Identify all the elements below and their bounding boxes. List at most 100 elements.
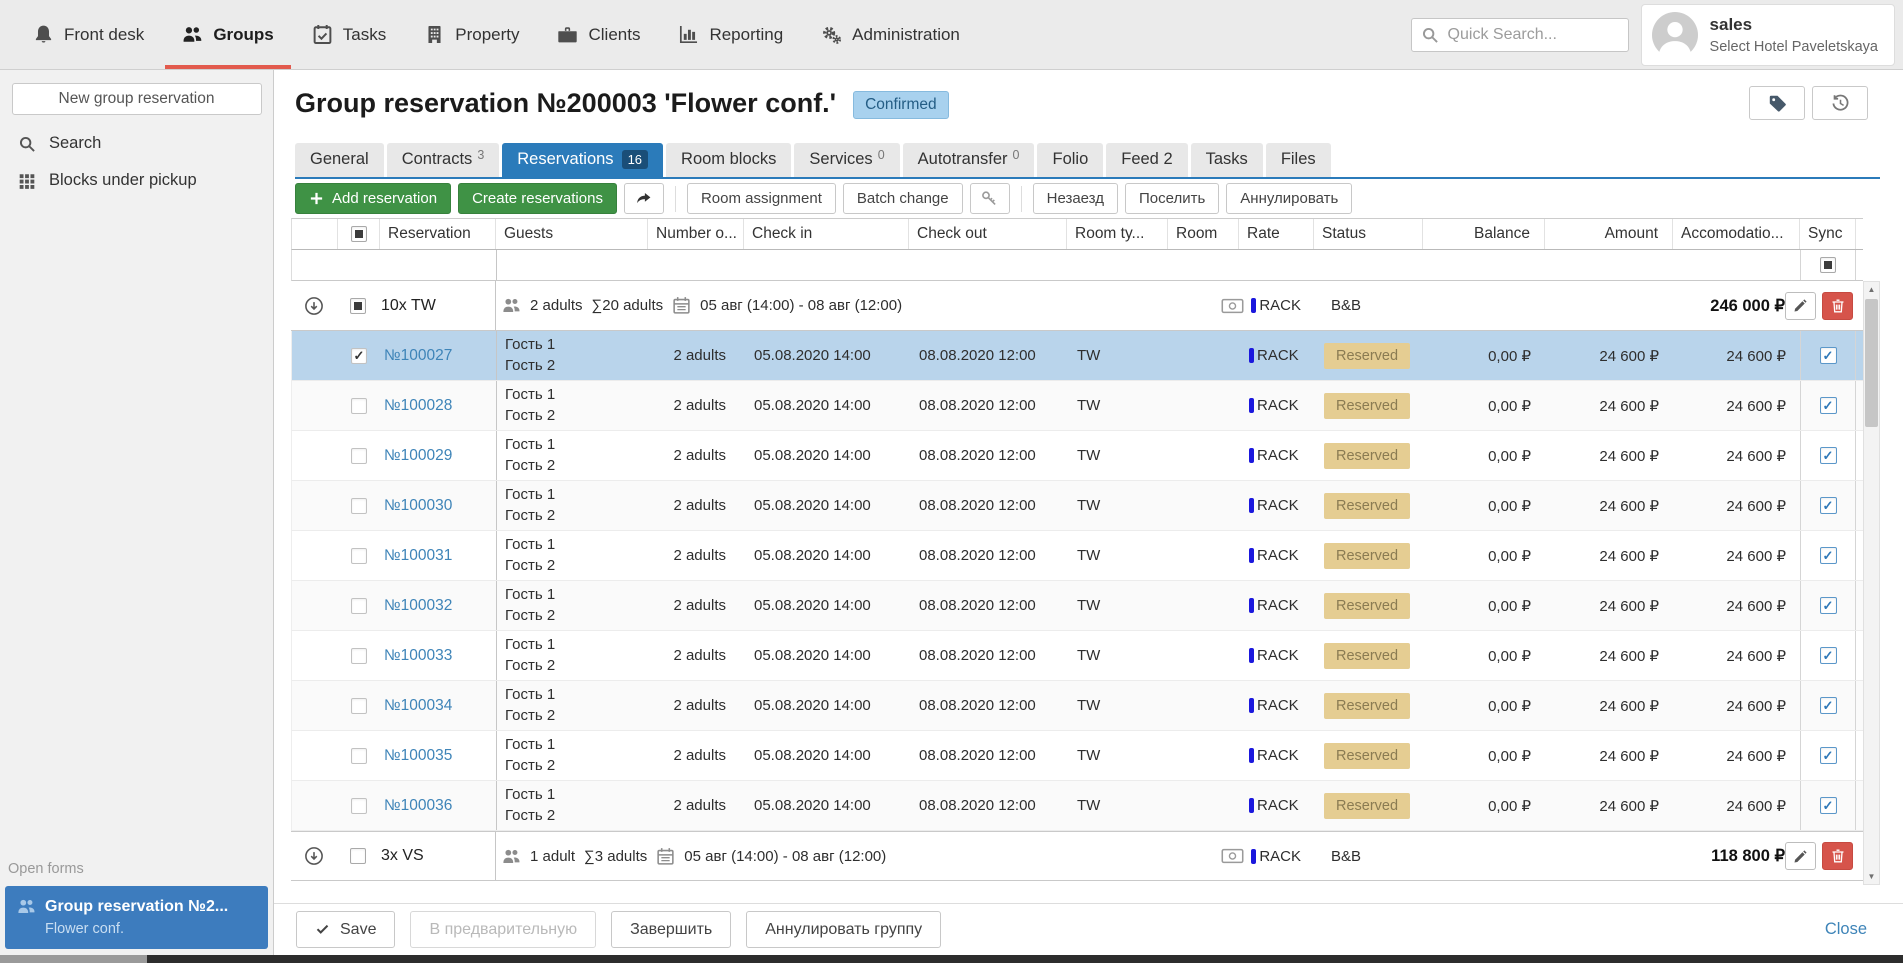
table-row[interactable]: №100033 Гость 1 Гость 2 2 adults 05.08.2… (291, 631, 1863, 681)
sync-checkbox[interactable] (1820, 697, 1837, 714)
group-summary-row[interactable]: 10x TW 2 adults ∑20 adults 05 авг (14:00… (291, 281, 1863, 331)
row-checkbox[interactable] (351, 648, 367, 664)
forward-button[interactable] (624, 183, 664, 214)
table-row[interactable]: №100034 Гость 1 Гость 2 2 adults 05.08.2… (291, 681, 1863, 731)
to-preliminary-button[interactable]: В предварительную (410, 911, 596, 948)
keys-button[interactable] (970, 183, 1010, 214)
nav-item-clients[interactable]: Clients (538, 0, 659, 69)
row-checkbox[interactable] (351, 548, 367, 564)
col-check-out[interactable]: Check out (909, 219, 1067, 249)
create-reservations-button[interactable]: Create reservations (458, 183, 617, 214)
reservation-link[interactable]: №100031 (384, 547, 452, 565)
nav-item-property[interactable]: Property (405, 0, 538, 69)
no-show-button[interactable]: Незаезд (1033, 183, 1118, 214)
scroll-down-arrow[interactable]: ▼ (1864, 869, 1879, 884)
tab-room-blocks[interactable]: Room blocks (666, 143, 791, 177)
user-panel[interactable]: sales Select Hotel Paveletskaya (1641, 4, 1895, 66)
sync-checkbox[interactable] (1820, 397, 1837, 414)
nav-item-administration[interactable]: Administration (802, 0, 979, 69)
col-room[interactable]: Room (1168, 219, 1239, 249)
table-row[interactable]: №100029 Гость 1 Гость 2 2 adults 05.08.2… (291, 431, 1863, 481)
table-row[interactable]: №100030 Гость 1 Гость 2 2 adults 05.08.2… (291, 481, 1863, 531)
table-row[interactable]: №100027 Гость 1 Гость 2 2 adults 05.08.2… (291, 331, 1863, 381)
row-checkbox[interactable] (351, 498, 367, 514)
tab-reservations[interactable]: Reservations 16 (502, 143, 663, 177)
reservation-link[interactable]: №100035 (384, 747, 452, 765)
col-accommodation[interactable]: Accomodatio... (1673, 219, 1800, 249)
reservation-link[interactable]: №100030 (384, 497, 452, 515)
nav-item-tasks[interactable]: Tasks (293, 0, 405, 69)
scroll-up-arrow[interactable]: ▲ (1864, 282, 1879, 297)
edit-group-button[interactable] (1785, 292, 1816, 320)
nav-item-front-desk[interactable]: Front desk (14, 0, 163, 69)
sync-checkbox[interactable] (1820, 647, 1837, 664)
sidebar-item-blocks-under-pickup[interactable]: Blocks under pickup (0, 162, 273, 199)
col-number-of-guests[interactable]: Number o... (648, 219, 744, 249)
sync-checkbox[interactable] (1820, 747, 1837, 764)
tab-folio[interactable]: Folio (1037, 143, 1103, 177)
table-row[interactable]: №100031 Гость 1 Гость 2 2 adults 05.08.2… (291, 531, 1863, 581)
tab-general[interactable]: General (295, 143, 384, 177)
group-checkbox[interactable] (350, 848, 366, 864)
table-row[interactable]: №100036 Гость 1 Гость 2 2 adults 05.08.2… (291, 781, 1863, 831)
row-checkbox[interactable] (351, 748, 367, 764)
col-reservation[interactable]: Reservation (380, 219, 496, 249)
reservation-link[interactable]: №100027 (384, 347, 452, 365)
collapse-group-icon[interactable] (304, 296, 324, 316)
tab-services[interactable]: Services 0 (794, 143, 899, 177)
vertical-scrollbar[interactable]: ▲ ▼ (1863, 281, 1880, 885)
nav-item-reporting[interactable]: Reporting (659, 0, 802, 69)
nav-item-groups[interactable]: Groups (163, 0, 292, 69)
delete-group-button[interactable] (1822, 842, 1853, 870)
close-button[interactable]: Close (1811, 920, 1881, 939)
row-checkbox[interactable] (351, 798, 367, 814)
sync-checkbox[interactable] (1820, 347, 1837, 364)
sync-checkbox[interactable] (1820, 447, 1837, 464)
batch-change-button[interactable]: Batch change (843, 183, 963, 214)
annul-group-button[interactable]: Аннулировать группу (746, 911, 941, 948)
delete-group-button[interactable] (1822, 292, 1853, 320)
row-checkbox[interactable] (351, 398, 367, 414)
row-checkbox[interactable] (351, 698, 367, 714)
col-check-in[interactable]: Check in (744, 219, 909, 249)
open-form-card[interactable]: Group reservation №2... Flower conf. (5, 886, 268, 949)
select-all-checkbox[interactable] (351, 226, 367, 242)
reservation-link[interactable]: №100032 (384, 597, 452, 615)
row-checkbox[interactable] (351, 598, 367, 614)
quick-search-input[interactable] (1411, 18, 1629, 52)
col-guests[interactable]: Guests (496, 219, 648, 249)
col-sync[interactable]: Sync (1800, 219, 1856, 249)
add-reservation-button[interactable]: Add reservation (295, 183, 451, 214)
settle-button[interactable]: Поселить (1125, 183, 1219, 214)
sync-checkbox[interactable] (1820, 497, 1837, 514)
row-checkbox[interactable] (351, 448, 367, 464)
tab-feed-2[interactable]: Feed 2 (1106, 143, 1187, 177)
scrollbar-thumb[interactable] (1865, 299, 1878, 427)
finish-button[interactable]: Завершить (611, 911, 731, 948)
sync-all-checkbox[interactable] (1820, 257, 1836, 273)
tab-tasks[interactable]: Tasks (1191, 143, 1263, 177)
col-status[interactable]: Status (1314, 219, 1423, 249)
collapse-group-icon[interactable] (304, 846, 324, 866)
group-summary-row[interactable]: 3x VS 1 adult ∑3 adults 05 авг (14:00) -… (291, 831, 1863, 881)
new-group-reservation-button[interactable]: New group reservation (12, 83, 262, 115)
tags-button[interactable] (1749, 86, 1805, 120)
sync-checkbox[interactable] (1820, 547, 1837, 564)
table-row[interactable]: №100028 Гость 1 Гость 2 2 adults 05.08.2… (291, 381, 1863, 431)
reservation-link[interactable]: №100036 (384, 797, 452, 815)
tab-autotransfer[interactable]: Autotransfer 0 (903, 143, 1035, 177)
reservation-link[interactable]: №100033 (384, 647, 452, 665)
table-row[interactable]: №100035 Гость 1 Гость 2 2 adults 05.08.2… (291, 731, 1863, 781)
sync-checkbox[interactable] (1820, 597, 1837, 614)
history-button[interactable] (1812, 86, 1868, 120)
annul-button[interactable]: Аннулировать (1226, 183, 1352, 214)
sync-checkbox[interactable] (1820, 797, 1837, 814)
group-checkbox[interactable] (350, 298, 366, 314)
tab-files[interactable]: Files (1266, 143, 1331, 177)
room-assignment-button[interactable]: Room assignment (687, 183, 836, 214)
reservation-link[interactable]: №100028 (384, 397, 452, 415)
row-checkbox[interactable] (351, 348, 367, 364)
col-rate[interactable]: Rate (1239, 219, 1314, 249)
col-balance[interactable]: Balance (1423, 219, 1545, 249)
edit-group-button[interactable] (1785, 842, 1816, 870)
